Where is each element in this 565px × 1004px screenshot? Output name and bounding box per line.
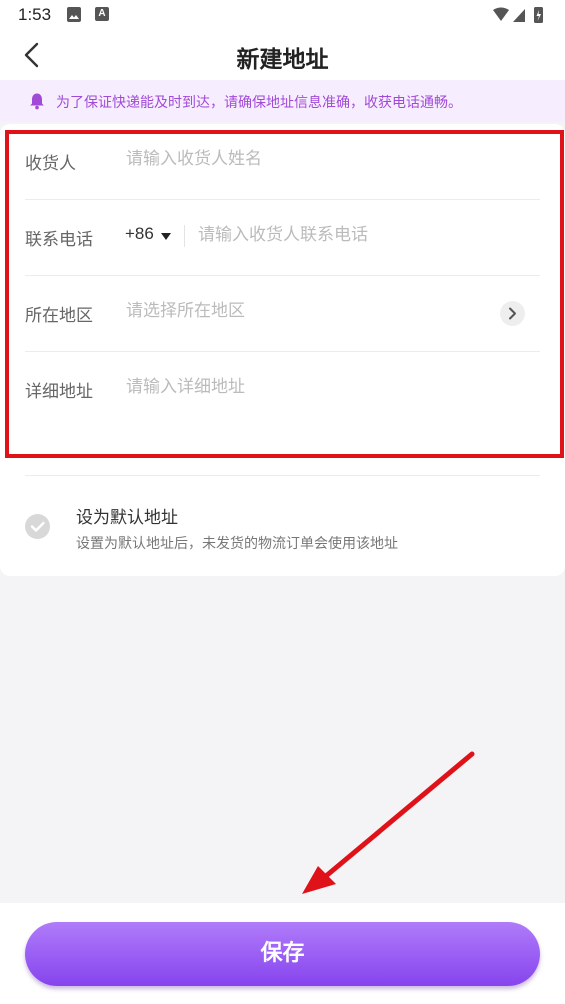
notice-text: 为了保证快递能及时到达，请确保地址信息准确，收获电话通畅。 [56,95,462,111]
a-letter-icon: A [95,7,109,21]
detail-address-label: 详细地址 [25,382,93,402]
checkmark-icon[interactable] [25,514,50,539]
region-label: 所在地区 [25,306,93,326]
bottom-bar: 保存 [0,903,565,1004]
phone-label: 联系电话 [25,230,93,250]
wifi-icon [493,7,509,21]
caret-down-icon[interactable] [161,233,171,240]
status-bar: 1:53 A [0,0,565,30]
bell-icon [30,93,44,110]
page-title: 新建地址 [236,47,329,73]
system-status-icons [493,7,543,23]
phone-row: 联系电话 +86 [25,200,540,276]
status-time: 1:53 [18,5,52,24]
recipient-label: 收货人 [25,154,76,174]
address-form-card: 收货人 联系电话 +86 所在地区 详细地址 设为默认地址 设置为默认地址后，未… [0,124,565,576]
detail-address-input[interactable] [126,377,486,397]
region-input[interactable] [126,301,486,321]
default-address-description: 设置为默认地址后，未发货的物流订单会使用该地址 [76,536,398,552]
phone-input[interactable] [198,225,528,245]
header: 新建地址 [0,30,565,80]
save-button[interactable]: 保存 [25,922,540,986]
image-icon [67,7,81,22]
country-code-selector[interactable]: +86 [125,224,154,244]
recipient-row: 收货人 [25,124,540,200]
recipient-input[interactable] [126,149,486,169]
notice-banner: 为了保证快递能及时到达，请确保地址信息准确，收获电话通畅。 [0,80,565,122]
default-address-title: 设为默认地址 [76,508,178,528]
default-address-row[interactable]: 设为默认地址 设置为默认地址后，未发货的物流订单会使用该地址 [25,501,540,571]
cellular-signal-icon [513,9,525,22]
chevron-right-icon[interactable] [500,301,525,326]
region-row[interactable]: 所在地区 [25,276,540,352]
divider [184,225,185,247]
detail-address-row: 详细地址 [25,352,540,476]
